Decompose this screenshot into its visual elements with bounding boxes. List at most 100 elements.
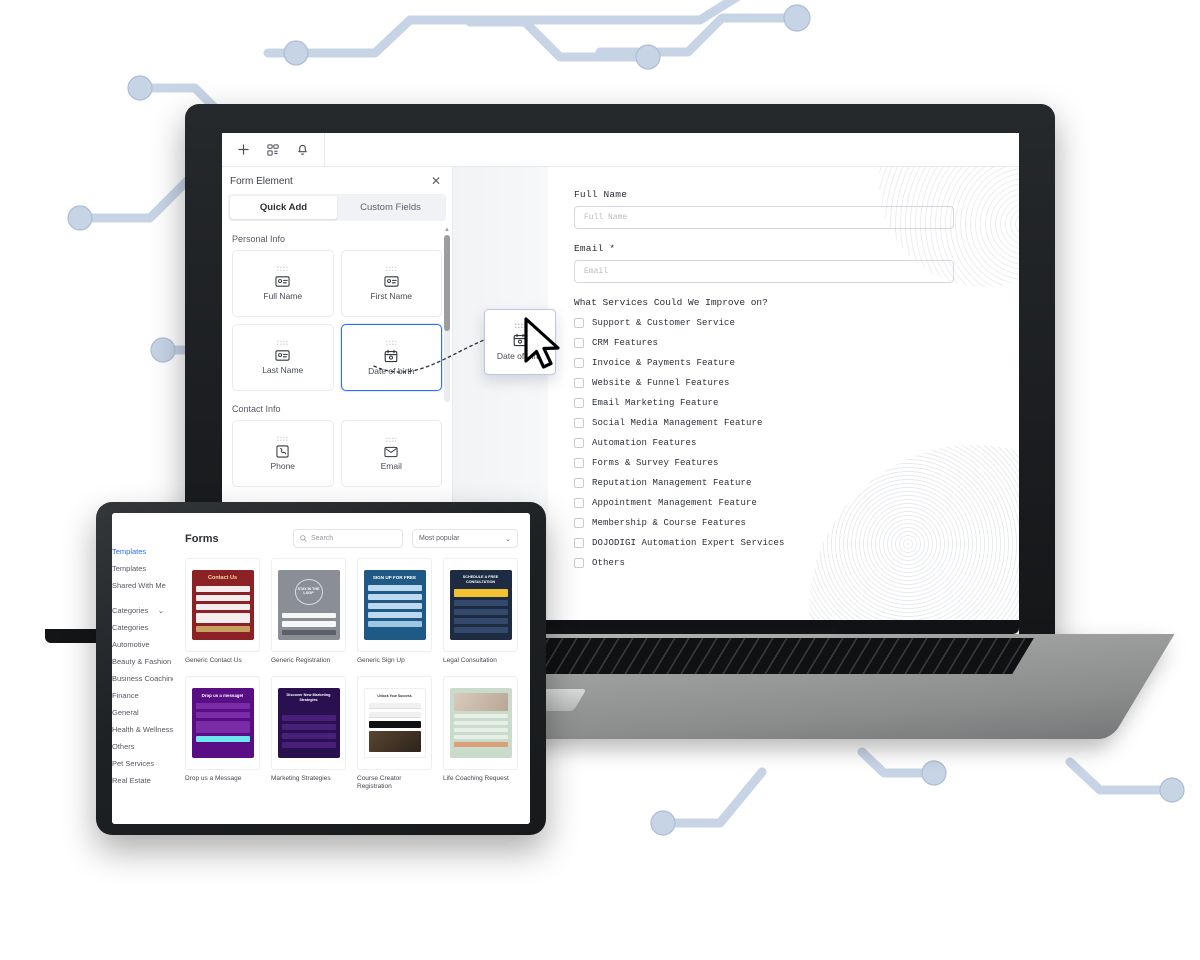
scrollbar-thumb[interactable] (444, 235, 450, 331)
checkbox-row[interactable]: CRM Features (574, 338, 993, 348)
element-card-label: First Name (370, 291, 413, 301)
element-card-label: Phone (270, 461, 296, 471)
drag-path (373, 339, 485, 373)
sidebar-item-others[interactable]: Others (112, 738, 173, 755)
template-card-legal-consultation[interactable]: SCHEDULE A FREE CONSULTATION Legal Consu… (443, 558, 518, 665)
checkbox-label: Others (592, 558, 626, 568)
close-icon[interactable]: ✕ (431, 175, 441, 187)
checkbox-label: Invoice & Payments Feature (592, 358, 736, 368)
template-card-generic-contact-us[interactable]: Contact Us Generic Contact Us (185, 558, 260, 665)
sidebar-item-automotive[interactable]: Automotive (112, 636, 173, 653)
tab-quick-add[interactable]: Quick Add (230, 196, 337, 219)
checkbox-row[interactable]: Website & Funnel Features (574, 378, 993, 388)
element-card-last-name[interactable]: Last Name (232, 324, 334, 391)
sidebar-item-categories[interactable]: Categories (112, 619, 173, 636)
sidebar-item-business-coaching[interactable]: Business Coaching & Consulting (112, 670, 221, 687)
template-card-generic-registration[interactable]: STAY IN THE LOOP Generic Registration (271, 558, 346, 665)
id-card-icon (384, 276, 399, 287)
template-card-marketing-strategies[interactable]: Discover New Marketing Strategies Market… (271, 676, 346, 791)
checkbox-icon[interactable] (574, 418, 584, 428)
element-card-label: Full Name (263, 291, 303, 301)
template-thumbnail: SIGN UP FOR FREE (357, 558, 432, 652)
checkbox-icon[interactable] (574, 558, 584, 568)
tablet-header: Forms Search Most popular ⌄ (185, 513, 518, 558)
bell-icon[interactable] (297, 144, 308, 156)
template-card-course-creator[interactable]: Unlock Your Success Course Creator Regis… (357, 676, 432, 791)
sidebar-item-health-wellness[interactable]: Health & Wellness (112, 721, 173, 738)
checkbox-icon[interactable] (574, 438, 584, 448)
element-card-label: Email (380, 460, 402, 471)
tablet-main: Forms Search Most popular ⌄ Contact Us G… (173, 513, 530, 824)
element-card-label: Last Name (262, 365, 304, 375)
drag-grip-icon (277, 266, 288, 272)
checkbox-icon[interactable] (574, 518, 584, 528)
checkbox-row[interactable]: Automation Features (574, 438, 993, 448)
template-headline: Unlock Your Success (377, 694, 412, 699)
checkbox-label: Automation Features (592, 438, 697, 448)
template-name: Generic Registration (271, 657, 331, 664)
sidebar-item-shared-with-me[interactable]: Shared With Me (112, 577, 173, 594)
sort-select[interactable]: Most popular ⌄ (412, 529, 518, 548)
sidebar-item-categories-header[interactable]: Categories ⌄ (112, 602, 173, 619)
checkbox-icon[interactable] (574, 318, 584, 328)
plus-icon[interactable] (238, 144, 249, 155)
search-input[interactable]: Search (293, 529, 403, 548)
checkbox-icon[interactable] (574, 378, 584, 388)
template-name: Generic Sign Up (357, 657, 405, 664)
template-headline: Drop us a message! (201, 693, 244, 699)
template-thumbnail: Contact Us (185, 558, 260, 652)
chevron-down-icon[interactable]: ⌄ (158, 606, 164, 615)
checkbox-label: Email Marketing Feature (592, 398, 719, 408)
checkbox-label: Social Media Management Feature (592, 418, 763, 428)
form-preview: Full Name Full Name Email * Email What S… (548, 167, 1019, 634)
checkbox-label: Forms & Survey Features (592, 458, 719, 468)
element-card-phone[interactable]: Phone (232, 420, 334, 487)
checkbox-icon[interactable] (574, 358, 584, 368)
scroll-up-icon[interactable]: ▲ (444, 227, 450, 233)
element-card-email[interactable]: Email (340, 420, 442, 487)
template-card-generic-sign-up[interactable]: SIGN UP FOR FREE Generic Sign Up (357, 558, 432, 665)
dojodigi-logo (801, 816, 914, 924)
element-card-first-name[interactable]: First Name (340, 250, 442, 317)
checkbox-icon[interactable] (574, 338, 584, 348)
template-thumbnail (443, 676, 518, 771)
input-email[interactable]: Email (574, 260, 954, 283)
template-thumbnail: SCHEDULE A FREE CONSULTATION (443, 558, 518, 652)
drag-grip-icon (277, 340, 288, 346)
checkbox-row[interactable]: Invoice & Payments Feature (574, 358, 993, 368)
tablet-sidebar: Templates Templates Shared With Me Categ… (112, 513, 221, 824)
checkbox-icon[interactable] (574, 498, 584, 508)
template-card-life-coaching-request[interactable]: Life Coaching Request (443, 676, 518, 791)
template-thumbnail: Drop us a message! (185, 676, 260, 771)
sidebar-item-real-estate[interactable]: Real Estate (112, 772, 173, 789)
template-name: Generic Contact Us (185, 657, 242, 664)
template-name: Marketing Strategies (271, 775, 331, 783)
checkbox-icon[interactable] (574, 538, 584, 548)
checkbox-row[interactable]: Support & Customer Service (574, 318, 993, 328)
sidebar-item-finance[interactable]: Finance (112, 687, 173, 704)
search-icon (300, 535, 307, 542)
panel-tabs: Quick Add Custom Fields (228, 194, 446, 221)
template-name: Drop us a Message (185, 775, 242, 783)
checkbox-icon[interactable] (574, 398, 584, 408)
sidebar-item-templates-active[interactable]: Templates (112, 543, 173, 560)
template-name: Life Coaching Request (443, 775, 509, 783)
sidebar-item-pet-services[interactable]: Pet Services (112, 755, 173, 772)
template-name: Course Creator Registration (357, 775, 402, 791)
template-card-drop-us-a-message[interactable]: Drop us a message! Drop us a Message (185, 676, 260, 791)
checkbox-icon[interactable] (574, 458, 584, 468)
chevron-down-icon[interactable]: ⌄ (505, 535, 511, 543)
mouse-cursor-icon (524, 317, 560, 369)
workflow-icon[interactable] (267, 143, 279, 156)
sidebar-item-beauty-fashion[interactable]: Beauty & Fashion (112, 653, 173, 670)
tab-custom-fields[interactable]: Custom Fields (337, 196, 444, 219)
element-card-full-name[interactable]: Full Name (232, 250, 334, 317)
card-grid-contact-info: Phone Email (222, 420, 452, 487)
checkbox-icon[interactable] (574, 478, 584, 488)
sidebar-item-templates[interactable]: Templates (112, 560, 173, 577)
checkbox-row[interactable]: Social Media Management Feature (574, 418, 993, 428)
checkbox-row[interactable]: Email Marketing Feature (574, 398, 993, 408)
template-headline: SCHEDULE A FREE CONSULTATION (462, 575, 499, 584)
sidebar-item-general[interactable]: General (112, 704, 173, 721)
template-thumbnail: Discover New Marketing Strategies (271, 676, 346, 771)
